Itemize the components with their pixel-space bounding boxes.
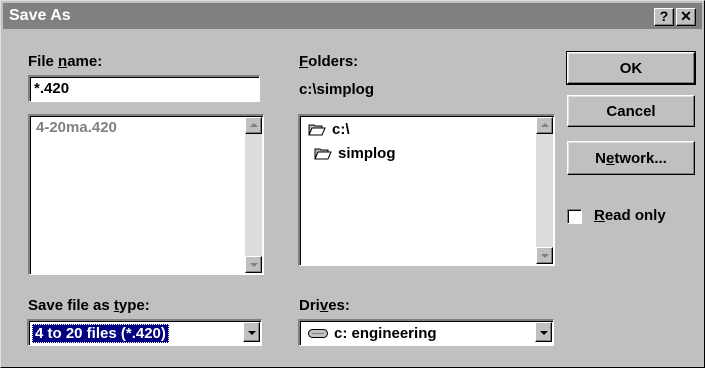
folders-label-post: olders: bbox=[308, 53, 359, 70]
scroll-up-button[interactable] bbox=[245, 117, 262, 134]
drives-value: c: engineering bbox=[334, 325, 437, 342]
hard-drive-icon bbox=[308, 329, 328, 338]
file-name-label-pre: File bbox=[28, 53, 59, 70]
drives-label-mnemonic: v bbox=[319, 297, 329, 314]
read-only-label-post: ead only bbox=[604, 207, 666, 224]
save-type-label: Save file as type: bbox=[28, 297, 150, 314]
close-icon: ✕ bbox=[680, 8, 692, 24]
file-list-scrollbar[interactable] bbox=[245, 117, 262, 273]
save-type-dropdown-button[interactable] bbox=[243, 322, 260, 342]
open-folder-icon bbox=[308, 124, 326, 136]
help-button[interactable]: ? bbox=[654, 8, 674, 26]
chevron-up-icon bbox=[250, 123, 258, 127]
read-only-label[interactable]: Read only bbox=[594, 207, 666, 224]
cancel-button[interactable]: Cancel bbox=[567, 95, 695, 127]
chevron-down-icon bbox=[250, 263, 258, 267]
save-type-value: 4 to 20 files (*.420) bbox=[32, 324, 169, 343]
file-name-label-mnemonic: n bbox=[58, 53, 68, 70]
file-name-label-post: ame: bbox=[67, 53, 103, 70]
network-label-pre: N bbox=[595, 149, 606, 167]
scroll-down-button[interactable] bbox=[536, 247, 553, 264]
chevron-down-icon bbox=[541, 254, 549, 258]
save-type-label-post: ype: bbox=[118, 297, 150, 314]
drives-select[interactable]: c: engineering bbox=[298, 319, 554, 346]
file-name-value: *.420 bbox=[34, 80, 70, 97]
folder-list[interactable]: c:\ simplog bbox=[298, 114, 555, 266]
list-item[interactable]: 4-20ma.420 bbox=[36, 119, 117, 136]
save-as-dialog: Save As ? ✕ File name: *.420 4-20ma.420 … bbox=[0, 0, 705, 368]
folder-item-label: simplog bbox=[338, 145, 396, 162]
close-button[interactable]: ✕ bbox=[676, 8, 696, 26]
save-type-label-pre: Save file as bbox=[28, 297, 114, 314]
drives-label-post: es: bbox=[328, 297, 350, 314]
network-button[interactable]: Network... bbox=[567, 141, 695, 175]
open-folder-icon bbox=[314, 148, 332, 160]
read-only-checkbox[interactable] bbox=[567, 209, 582, 224]
chevron-down-icon bbox=[248, 331, 256, 335]
network-label-post: twork... bbox=[614, 149, 667, 167]
chevron-up-icon bbox=[541, 123, 549, 127]
help-icon: ? bbox=[659, 8, 669, 24]
scroll-down-button[interactable] bbox=[245, 256, 262, 273]
folder-item-label: c:\ bbox=[332, 121, 350, 138]
window-title: Save As bbox=[9, 7, 71, 24]
ok-button[interactable]: OK bbox=[566, 51, 696, 85]
current-folder-path: c:\simplog bbox=[299, 81, 375, 98]
read-only-label-mnemonic: R bbox=[594, 207, 605, 224]
title-bar: Save As ? ✕ bbox=[3, 3, 702, 29]
folders-label-mnemonic: F bbox=[299, 53, 309, 70]
file-list[interactable]: 4-20ma.420 bbox=[28, 114, 264, 275]
scroll-up-button[interactable] bbox=[536, 117, 553, 134]
save-type-select[interactable]: 4 to 20 files (*.420) bbox=[27, 319, 262, 346]
folders-label: Folders: bbox=[299, 53, 358, 70]
drives-label: Drives: bbox=[299, 297, 350, 314]
file-name-input[interactable]: *.420 bbox=[28, 75, 260, 102]
chevron-down-icon bbox=[540, 331, 548, 335]
drives-label-pre: Dri bbox=[299, 297, 320, 314]
drives-dropdown-button[interactable] bbox=[535, 322, 552, 342]
file-name-label: File name: bbox=[28, 53, 102, 70]
folder-list-scrollbar[interactable] bbox=[536, 117, 553, 264]
